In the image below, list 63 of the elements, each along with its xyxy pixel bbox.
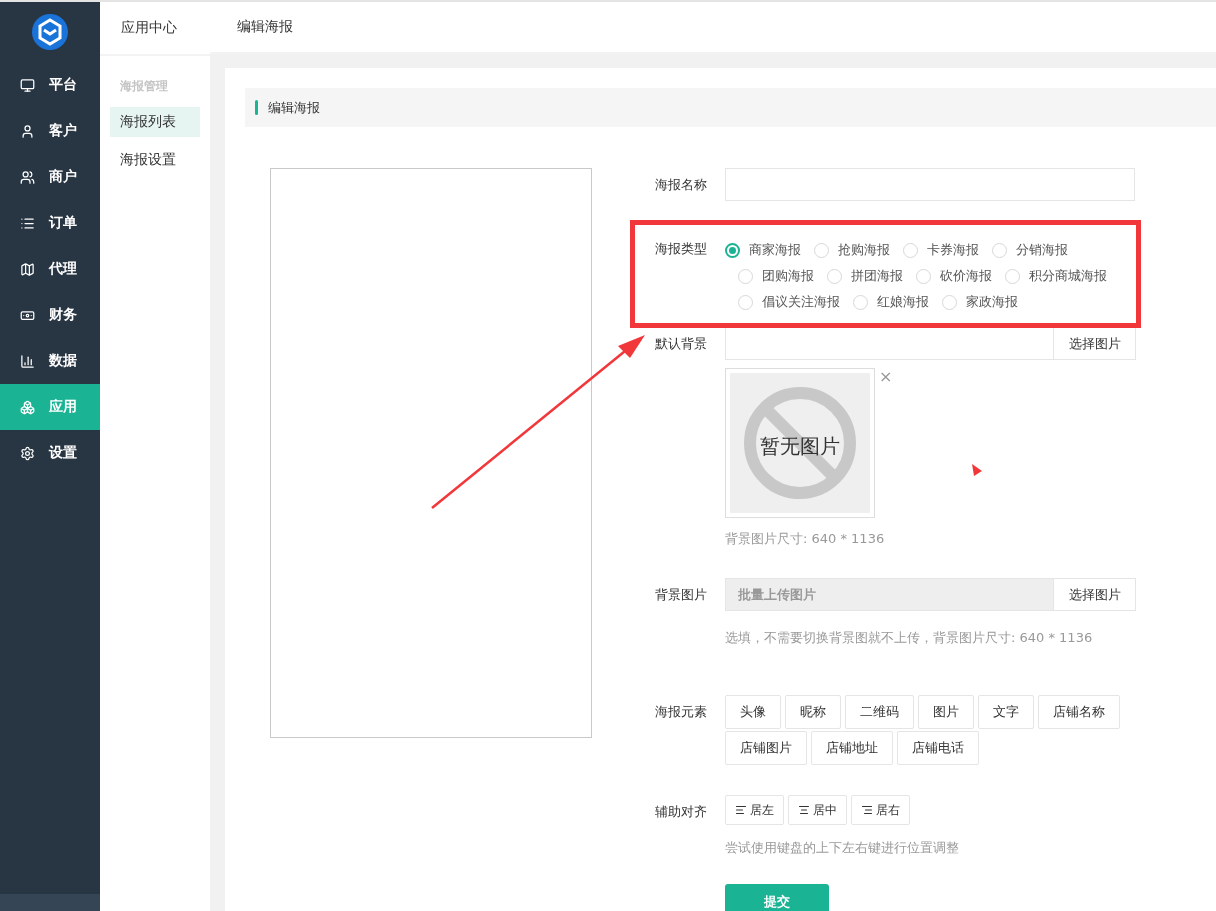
align-right-icon	[861, 804, 873, 816]
background-images-input[interactable]: 批量上传图片 选择图片	[725, 578, 1136, 611]
sidebar-item[interactable]: 财务	[0, 292, 100, 338]
field-label: 海报元素	[655, 703, 708, 721]
section-heading: 海报管理	[119, 78, 169, 95]
no-image-text: 暂无图片	[759, 433, 841, 460]
element-button[interactable]: 文字	[978, 695, 1034, 729]
user-icon	[20, 123, 35, 139]
element-button[interactable]: 昵称	[785, 695, 841, 729]
align-left-icon	[735, 804, 747, 816]
panel-title: 编辑海报	[268, 98, 320, 117]
sidebar-item[interactable]: 平台	[0, 62, 100, 108]
list-icon	[20, 215, 35, 231]
choose-image-button[interactable]: 选择图片	[1053, 579, 1135, 610]
radio-option[interactable]: 团购海报	[738, 267, 814, 285]
element-button[interactable]: 图片	[918, 695, 974, 729]
monitor-icon	[20, 77, 35, 93]
sidebar-item[interactable]: 客户	[0, 108, 100, 154]
align-center-icon	[798, 804, 810, 816]
settings-icon	[20, 445, 35, 461]
radio-option[interactable]: 分销海报	[992, 241, 1068, 259]
field-label: 默认背景	[655, 335, 708, 353]
radio-option[interactable]: 砍价海报	[916, 267, 992, 285]
boxes-icon	[20, 399, 35, 415]
element-button[interactable]: 店铺电话	[897, 731, 979, 765]
default-background-input[interactable]: 选择图片	[725, 327, 1136, 360]
bar-chart-icon	[20, 353, 35, 369]
radio-option[interactable]: 红娘海报	[853, 293, 929, 311]
sidebar-item[interactable]: 代理	[0, 246, 100, 292]
radio-option[interactable]: 商家海报	[725, 241, 801, 259]
triangle-mark	[972, 464, 982, 476]
element-button[interactable]: 店铺地址	[811, 731, 893, 765]
radio-option[interactable]: 卡券海报	[903, 241, 979, 259]
field-label: 辅助对齐	[655, 803, 708, 821]
align-button[interactable]: 居右	[851, 795, 910, 825]
radio-option[interactable]: 家政海报	[942, 293, 1018, 311]
field-label: 海报名称	[655, 176, 708, 194]
radio-option[interactable]: 积分商城海报	[1005, 267, 1107, 285]
field-label: 背景图片	[655, 586, 708, 604]
hint-text: 背景图片尺寸: 640 * 1136	[725, 530, 886, 548]
hint-text: 尝试使用键盘的上下左右键进行位置调整	[725, 839, 960, 857]
hint-text: 选填，不需要切换背景图就不上传，背景图片尺寸: 640 * 1136	[725, 629, 1094, 647]
radio-option[interactable]: 抢购海报	[814, 241, 890, 259]
field-label: 海报类型	[655, 240, 708, 258]
sidebar-item[interactable]: 订单	[0, 200, 100, 246]
element-button[interactable]: 店铺名称	[1038, 695, 1120, 729]
logo-icon	[32, 14, 68, 50]
radio-option[interactable]: 倡议关注海报	[738, 293, 840, 311]
sidebar-item[interactable]: 设置	[0, 430, 100, 476]
align-button[interactable]: 居中	[788, 795, 847, 825]
subnav-item[interactable]: 海报列表	[110, 107, 200, 137]
sidebar-item[interactable]: 数据	[0, 338, 100, 384]
element-button[interactable]: 店铺图片	[725, 731, 807, 765]
users-icon	[20, 169, 35, 185]
radio-option[interactable]: 拼团海报	[827, 267, 903, 285]
sidebar-item[interactable]: 商户	[0, 154, 100, 200]
element-button[interactable]: 头像	[725, 695, 781, 729]
subnav-item[interactable]: 海报设置	[110, 145, 200, 175]
element-button[interactable]: 二维码	[845, 695, 914, 729]
poster-name-input[interactable]	[725, 168, 1135, 201]
map-icon	[20, 261, 35, 277]
align-button[interactable]: 居左	[725, 795, 784, 825]
breadcrumb: 编辑海报	[237, 18, 293, 36]
